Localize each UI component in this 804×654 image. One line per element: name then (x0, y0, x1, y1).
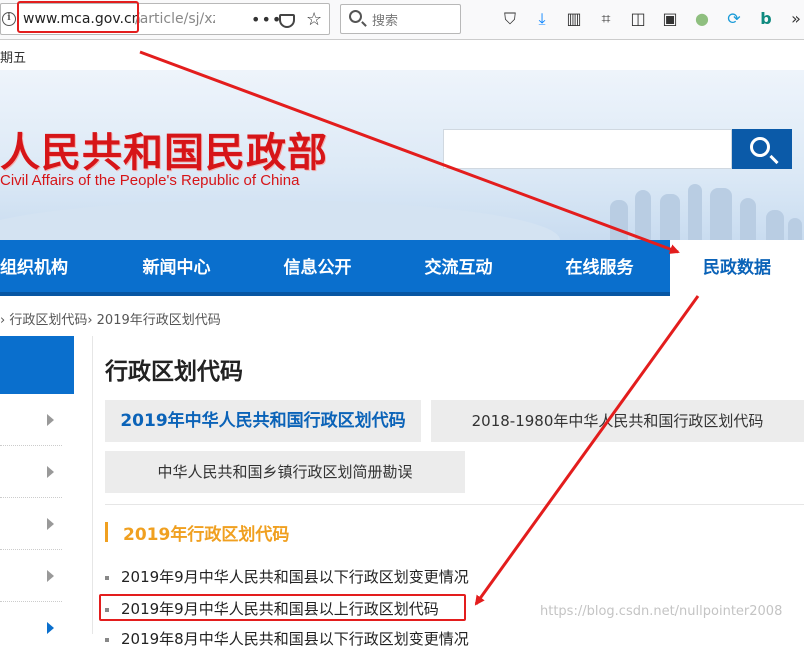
arrow-to-list (474, 295, 700, 606)
search-icon (750, 137, 770, 157)
watermark: https://blog.csdn.net/nullpointer2008 (540, 604, 783, 619)
divider (105, 504, 804, 505)
sidebar-icon[interactable]: ◫ (628, 9, 648, 29)
nav-item-news[interactable]: 新闻中心 (106, 240, 247, 296)
library-icon[interactable]: ▥ (564, 9, 584, 29)
header-strip (0, 40, 804, 70)
crop-icon[interactable]: ⌗ (596, 9, 616, 29)
section-title: 2019年行政区划代码 (123, 525, 290, 545)
date-text: 期五 (0, 51, 27, 66)
search-placeholder: 搜索 (372, 14, 399, 29)
url-path: /article/sj/xz (135, 11, 215, 27)
container-icon[interactable]: ▣ (660, 9, 680, 29)
nav-item-info[interactable]: 信息公开 (247, 240, 388, 296)
main-nav: 组织机构 新闻中心 信息公开 交流互动 在线服务 民政数据 (0, 240, 804, 296)
bookmark-star-icon[interactable]: ☆ (306, 9, 322, 30)
page-title: 行政区划代码 (105, 359, 243, 385)
breadcrumb[interactable]: › 行政区划代码› 2019年行政区划代码 (0, 309, 221, 328)
section-marker (105, 522, 108, 542)
list-highlight-annotation (99, 594, 466, 621)
browser-search-input[interactable]: 搜索 (340, 4, 461, 34)
site-search-button[interactable] (732, 129, 792, 169)
list-item-link[interactable]: 2019年9月中华人民共和国县以下行政区划变更情况 (121, 568, 469, 586)
site-search-input[interactable] (443, 129, 732, 169)
site-subtitle: Civil Affairs of the People's Republic o… (0, 172, 300, 189)
pocket-icon[interactable] (279, 14, 295, 28)
tab-township-errata[interactable]: 中华人民共和国乡镇行政区划简册勘误 (105, 451, 465, 493)
chevron-right-icon (47, 466, 54, 478)
sidebar-item[interactable] (0, 550, 62, 602)
info-icon[interactable]: i (2, 12, 16, 26)
chevron-right-icon (47, 570, 54, 582)
page-actions-menu-icon[interactable]: ••• (251, 10, 282, 29)
nav-item-data[interactable]: 民政数据 (670, 240, 804, 296)
download-icon[interactable]: ⤓ (532, 9, 552, 29)
bing-icon[interactable]: b (756, 9, 776, 29)
sidebar-item[interactable] (0, 394, 62, 446)
url-highlight-annotation (17, 1, 139, 33)
nav-item-services[interactable]: 在线服务 (529, 240, 670, 296)
tab-1980-2018-codes[interactable]: 2018-1980年中华人民共和国行政区划代码 (431, 400, 804, 442)
list-item[interactable]: 2019年8月中华人民共和国县以下行政区划变更情况 (105, 628, 469, 649)
people-silhouette-decoration (590, 180, 804, 240)
list-item-link[interactable]: 2019年8月中华人民共和国县以下行政区划变更情况 (121, 630, 469, 648)
search-icon (349, 10, 362, 23)
chevron-right-icon (47, 414, 54, 426)
browser-toolbar: i www.mca.gov.cn /article/sj/xz ••• ☆ 搜索… (0, 0, 804, 40)
reader-icon[interactable]: ⛉ (500, 9, 520, 29)
banner-decoration (0, 200, 560, 240)
overflow-chevron-icon[interactable]: » (786, 9, 804, 29)
sidebar-divider (92, 336, 93, 634)
site-title: 人民共和国民政部 (0, 129, 328, 176)
tab-2019-codes[interactable]: 2019年中华人民共和国行政区划代码 (105, 400, 421, 442)
nav-item-org[interactable]: 组织机构 (0, 240, 106, 296)
chevron-right-icon (47, 518, 54, 530)
sidebar-item[interactable] (0, 602, 62, 654)
bullet-icon (105, 637, 109, 642)
sidebar-header[interactable] (0, 336, 74, 394)
chevron-right-icon (47, 622, 54, 634)
sidebar-item[interactable] (0, 446, 62, 498)
sidebar-item[interactable] (0, 498, 62, 550)
sync-icon[interactable]: ⟳ (724, 9, 744, 29)
nav-item-interaction[interactable]: 交流互动 (388, 240, 529, 296)
site-banner: 人民共和国民政部 Civil Affairs of the People's R… (0, 70, 804, 240)
bullet-icon (105, 575, 109, 580)
sidebar (0, 336, 74, 634)
extension-dot-icon[interactable]: ● (692, 9, 712, 29)
list-item[interactable]: 2019年9月中华人民共和国县以下行政区划变更情况 (105, 566, 469, 587)
